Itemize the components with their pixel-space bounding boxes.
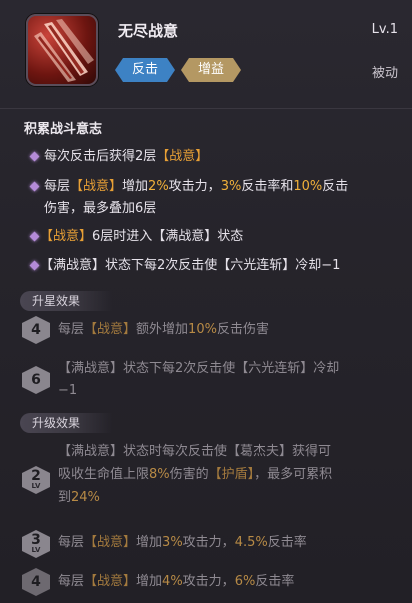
effect-text: 伤害的: [169, 467, 209, 482]
effect-text: 每次反击后获得2层: [44, 149, 157, 164]
effect-text: 反击: [322, 179, 349, 194]
star-6-badge: 6: [22, 366, 50, 394]
star-effects-header: 升星效果: [20, 291, 113, 311]
star-effect-2: 【满战意】状态下每2次反击使【六光连斩】冷却: [58, 358, 339, 380]
effect-text: 额外增加: [136, 322, 189, 337]
upgrade-effect-2: 每层【战意】增加3%攻击力，4.5%反击率: [58, 532, 307, 554]
effect-text: 增加: [136, 535, 163, 550]
effect-line-3: 【战意】6层时进入【满战意】状态: [40, 226, 243, 248]
crimson-slashes-icon: [26, 14, 98, 86]
section-title: 积累战斗意志: [24, 122, 103, 137]
bullet-icon: [29, 181, 40, 192]
effect-line-4: 【满战意】状态下每2次反击使【六光连斩】冷却−1: [40, 255, 340, 277]
effect-text: ，最多可累积: [254, 467, 333, 482]
effect-text: 攻击力，: [182, 574, 235, 589]
keyword-zhanyi[interactable]: 【战意】: [84, 322, 136, 337]
value: 10%: [293, 179, 323, 194]
effect-text: 反击率: [267, 535, 307, 550]
skill-level: Lv.1: [371, 22, 398, 37]
value: 4.5%: [234, 535, 268, 550]
buff-tag: 增益: [181, 58, 241, 82]
value: 8%: [149, 467, 170, 482]
star-effect-2b: −1: [58, 380, 77, 402]
effect-line-2b: 伤害，最多叠加6层: [44, 198, 156, 220]
effect-text: 【满战意】状态时每次反击使【葛杰夫】获得可: [58, 444, 332, 459]
keyword-zhanyi[interactable]: 【战意】: [84, 574, 136, 589]
effect-text: 每层: [58, 322, 85, 337]
effect-text: 伤害，最多叠加6层: [44, 201, 157, 216]
effect-text: 反击伤害: [216, 322, 269, 337]
effect-text: −1: [58, 383, 78, 398]
effect-text: 【满战意】状态下每2次反击使【六光连斩】冷却−1: [40, 258, 341, 273]
upgrade-effect-1b: 吸收生命值上限8%伤害的【护盾】，最多可累积: [58, 464, 332, 486]
effect-text: 吸收生命值上限: [58, 467, 150, 482]
upgrade-effect-1: 【满战意】状态时每次反击使【葛杰夫】获得可: [58, 441, 331, 463]
badge-lv: LV: [31, 546, 41, 554]
effect-text: 到: [58, 490, 72, 505]
bullet-icon: [29, 151, 40, 162]
upgrade-effects-header: 升级效果: [20, 413, 113, 433]
skill-type: 被动: [371, 66, 398, 81]
value: 2%: [148, 179, 169, 194]
effect-text: 增加: [136, 574, 163, 589]
keyword-zhanyi[interactable]: 【战意】: [84, 535, 136, 550]
upgrade-effect-3: 每层【战意】增加4%攻击力，6%反击率: [58, 571, 294, 593]
effect-text: 6层时进入【满战意】状态: [92, 229, 244, 244]
counter-tag: 反击: [115, 58, 175, 82]
value: 3%: [220, 179, 242, 194]
effect-text: 攻击力，: [182, 535, 235, 550]
header-divider: [0, 108, 412, 109]
bullet-icon: [29, 260, 40, 271]
effect-text: 每层: [58, 535, 85, 550]
skill-detail-panel: 无尽战意 Lv.1 反击 增益 被动 积累战斗意志 每次反击后获得2层【战意】 …: [0, 0, 412, 603]
upgrade-lv2-badge: 2 LV: [22, 466, 50, 494]
value: 4%: [162, 574, 183, 589]
effect-line-1: 每次反击后获得2层【战意】: [44, 146, 208, 168]
upgrade-effect-1c: 到24%: [58, 487, 100, 509]
keyword-zhanyi[interactable]: 【战意】: [156, 149, 208, 164]
keyword-zhanyi[interactable]: 【战意】: [70, 179, 122, 194]
effect-text: 增加: [122, 179, 149, 194]
value: 10%: [188, 322, 217, 337]
skill-header: 无尽战意 Lv.1 反击 增益 被动: [0, 0, 412, 108]
badge-lv: LV: [31, 482, 41, 490]
skill-name: 无尽战意: [118, 22, 179, 40]
effect-text: 攻击力，: [168, 179, 221, 194]
effect-text: 反击率: [255, 574, 295, 589]
star-4-badge: 4: [22, 316, 50, 344]
upgrade-lv4-badge: 4: [22, 568, 50, 596]
effect-line-2: 每层【战意】增加2%攻击力，3%反击率和10%反击: [44, 176, 348, 198]
value: 6%: [234, 574, 256, 589]
bullet-icon: [29, 231, 40, 242]
effect-text: 每层: [58, 574, 85, 589]
value: 3%: [162, 535, 183, 550]
star-effect-1: 每层【战意】额外增加10%反击伤害: [58, 319, 269, 341]
keyword-zhanyi[interactable]: 【战意】: [40, 229, 92, 244]
keyword-shield[interactable]: 【护盾】: [209, 467, 255, 482]
effect-text: 每层: [44, 179, 71, 194]
effect-text: 【满战意】状态下每2次反击使【六光连斩】冷却: [58, 361, 340, 376]
effect-text: 反击率和: [241, 179, 294, 194]
upgrade-lv3-badge: 3 LV: [22, 530, 50, 558]
value: 24%: [71, 490, 100, 505]
